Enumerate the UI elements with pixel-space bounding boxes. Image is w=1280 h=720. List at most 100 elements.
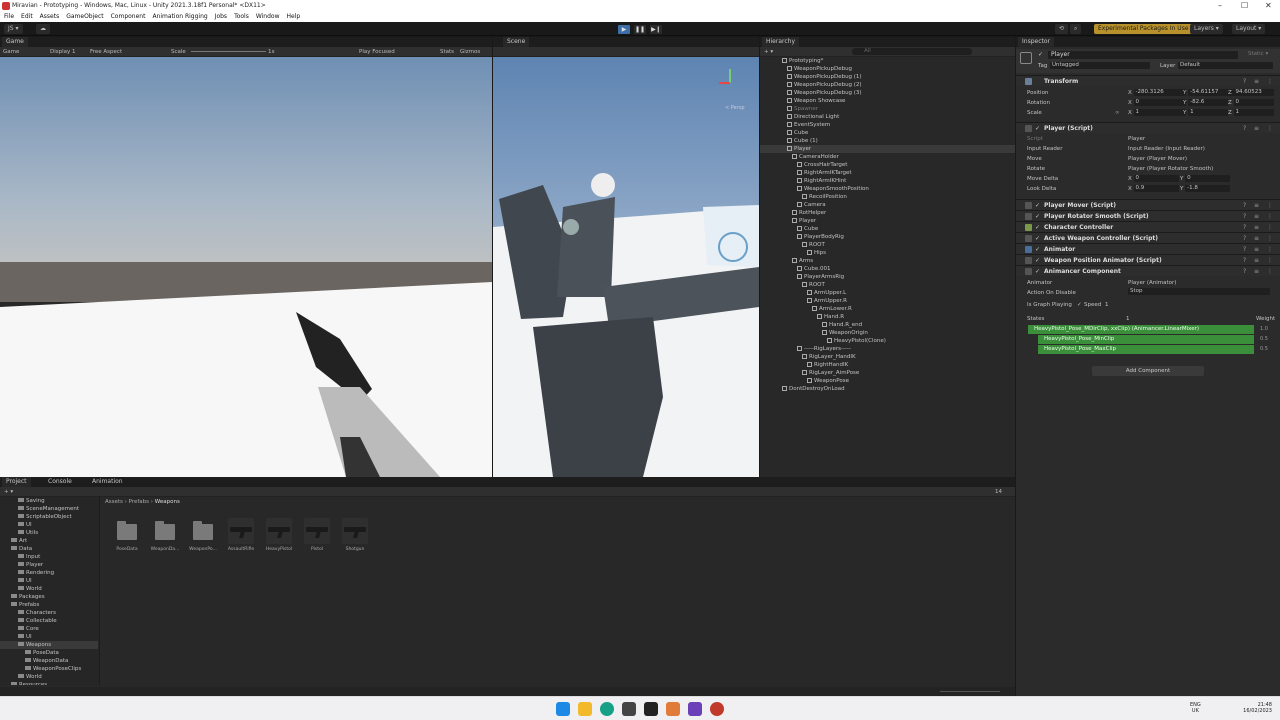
- menu-animation-rigging[interactable]: Animation Rigging: [152, 12, 207, 22]
- account-dropdown[interactable]: JS ▾: [4, 24, 23, 34]
- animancer-animator-field[interactable]: Player (Animator): [1128, 278, 1270, 288]
- position-x-field[interactable]: -280.3126: [1133, 89, 1186, 96]
- hierarchy-row[interactable]: -----RigLayers-----: [760, 345, 1015, 353]
- asset-item[interactable]: Pistol: [301, 518, 333, 558]
- component-header[interactable]: ✓ Player Rotator Smooth (Script)? ≡ ⋮: [1016, 210, 1280, 221]
- project-folder-item[interactable]: Packages: [0, 593, 98, 601]
- menu-edit[interactable]: Edit: [21, 12, 33, 22]
- project-folder-item[interactable]: Core: [0, 625, 98, 633]
- layer-dropdown[interactable]: Default: [1178, 62, 1273, 69]
- play-button[interactable]: ▶: [618, 25, 630, 34]
- component-header[interactable]: ✓ Weapon Position Animator (Script)? ≡ ⋮: [1016, 254, 1280, 265]
- scale-x-field[interactable]: 1: [1133, 109, 1186, 116]
- language-indicator[interactable]: ENG UK: [1190, 702, 1201, 714]
- hierarchy-row[interactable]: WeaponPose: [760, 377, 1015, 385]
- project-folder-item[interactable]: Art: [0, 537, 98, 545]
- component-header[interactable]: ✓ Animancer Component ? ≡ ⋮: [1016, 265, 1280, 276]
- tab-project[interactable]: Project: [2, 477, 31, 487]
- project-folder-item[interactable]: Collectable: [0, 617, 98, 625]
- icon-size-slider[interactable]: [940, 691, 1000, 692]
- cloud-icon[interactable]: ☁: [36, 24, 50, 34]
- move-delta-y-field[interactable]: 0: [1185, 175, 1231, 182]
- recording-app-icon[interactable]: [710, 702, 724, 716]
- hierarchy-row[interactable]: Player: [760, 145, 1015, 153]
- rotate-field[interactable]: Player (Player Rotator Smooth): [1128, 164, 1270, 174]
- asset-item[interactable]: WeaponPo...: [187, 518, 219, 558]
- hierarchy-row[interactable]: RotHelper: [760, 209, 1015, 217]
- hierarchy-row[interactable]: Prototyping*: [760, 57, 1015, 65]
- project-folder-item[interactable]: UI: [0, 577, 98, 585]
- asset-item[interactable]: AssaultRifle: [225, 518, 257, 558]
- hierarchy-row[interactable]: PlayerBodyRig: [760, 233, 1015, 241]
- component-menu-icon[interactable]: ? ≡ ⋮: [1243, 266, 1276, 277]
- hierarchy-row[interactable]: Spawner: [760, 105, 1015, 113]
- scale-z-field[interactable]: 1: [1233, 109, 1274, 116]
- player-script-header[interactable]: ✓ Player (Script) ? ≡ ⋮: [1016, 122, 1280, 133]
- history-icon[interactable]: ⟲: [1055, 24, 1069, 34]
- tab-game[interactable]: Game: [2, 37, 28, 47]
- project-folder-item[interactable]: Weapons: [0, 641, 98, 649]
- animancer-state-row[interactable]: HeavyPistol_Pose_MDirClip, xxClip) (Anim…: [1028, 325, 1254, 334]
- rotation-y-field[interactable]: -82.6: [1188, 99, 1229, 106]
- move-delta-x-field[interactable]: 0: [1133, 175, 1179, 182]
- hierarchy-row[interactable]: WeaponOrigin: [760, 329, 1015, 337]
- minimize-button[interactable]: –: [1218, 0, 1222, 12]
- project-folder-item[interactable]: World: [0, 585, 98, 593]
- unity-editor-icon[interactable]: [644, 702, 658, 716]
- look-delta-x-field[interactable]: 0.9: [1133, 185, 1179, 192]
- component-menu-icon[interactable]: ? ≡ ⋮: [1243, 123, 1276, 134]
- tab-console[interactable]: Console: [44, 477, 76, 487]
- project-folder-item[interactable]: Saving: [0, 497, 98, 505]
- menu-jobs[interactable]: Jobs: [215, 12, 227, 22]
- hierarchy-row[interactable]: Camera: [760, 201, 1015, 209]
- stats-button[interactable]: Stats: [440, 47, 454, 57]
- aspect-dropdown[interactable]: Free Aspect: [90, 47, 122, 57]
- rotation-z-field[interactable]: 0: [1233, 99, 1274, 106]
- hierarchy-search-input[interactable]: All: [852, 48, 972, 55]
- component-menu-icon[interactable]: ? ≡ ⋮: [1243, 76, 1276, 87]
- project-folder-item[interactable]: UI: [0, 633, 98, 641]
- project-folder-item[interactable]: Prefabs: [0, 601, 98, 609]
- project-folder-item[interactable]: WeaponData: [0, 657, 98, 665]
- hierarchy-row[interactable]: WeaponPickupDebug (1): [760, 73, 1015, 81]
- menu-window[interactable]: Window: [256, 12, 280, 22]
- breadcrumb-weapons[interactable]: Weapons: [155, 499, 180, 505]
- tab-inspector[interactable]: Inspector: [1018, 37, 1054, 47]
- step-button[interactable]: ▶❙: [650, 25, 662, 34]
- hierarchy-row[interactable]: Directional Light: [760, 113, 1015, 121]
- look-delta-y-field[interactable]: -1.8: [1185, 185, 1231, 192]
- project-folder-item[interactable]: PoseData: [0, 649, 98, 657]
- project-folder-item[interactable]: Rendering: [0, 569, 98, 577]
- tag-dropdown[interactable]: Untagged: [1050, 62, 1150, 69]
- hierarchy-row[interactable]: HeavyPistol(Clone): [760, 337, 1015, 345]
- hierarchy-row[interactable]: Hips: [760, 249, 1015, 257]
- hierarchy-row[interactable]: RecoilPosition: [760, 193, 1015, 201]
- hierarchy-row[interactable]: Hand.R_end: [760, 321, 1015, 329]
- tab-hierarchy[interactable]: Hierarchy: [762, 37, 800, 47]
- close-button[interactable]: ✕: [1265, 0, 1272, 12]
- asset-item[interactable]: WeaponDa...: [149, 518, 181, 558]
- edge-browser-icon[interactable]: [600, 702, 614, 716]
- hierarchy-row[interactable]: WeaponPickupDebug (2): [760, 81, 1015, 89]
- hierarchy-row[interactable]: WeaponPickupDebug: [760, 65, 1015, 73]
- hierarchy-row[interactable]: ArmUpper.R: [760, 297, 1015, 305]
- hierarchy-row[interactable]: Cube.001: [760, 265, 1015, 273]
- asset-item[interactable]: Shotgun: [339, 518, 371, 558]
- hierarchy-row[interactable]: Cube: [760, 225, 1015, 233]
- game-viewport[interactable]: [0, 57, 492, 477]
- menu-file[interactable]: File: [4, 12, 14, 22]
- constrain-proportions-icon[interactable]: ∞: [1115, 108, 1120, 118]
- transform-component-header[interactable]: Transform ? ≡ ⋮: [1016, 75, 1280, 86]
- graph-playing-checkbox[interactable]: ✓: [1077, 300, 1082, 310]
- gameobject-name-input[interactable]: Player: [1048, 51, 1238, 59]
- project-folder-item[interactable]: ScriptableObject: [0, 513, 98, 521]
- hierarchy-row[interactable]: Cube: [760, 129, 1015, 137]
- input-reader-field[interactable]: Input Reader (Input Reader): [1128, 144, 1270, 154]
- rotation-x-field[interactable]: 0: [1133, 99, 1186, 106]
- component-enabled-checkbox[interactable]: ✓: [1035, 266, 1040, 277]
- project-folder-item[interactable]: SceneManagement: [0, 505, 98, 513]
- scale-y-field[interactable]: 1: [1188, 109, 1229, 116]
- hierarchy-row[interactable]: Cube (1): [760, 137, 1015, 145]
- hierarchy-row[interactable]: ArmLower.R: [760, 305, 1015, 313]
- player-script-enabled-checkbox[interactable]: ✓: [1035, 123, 1040, 134]
